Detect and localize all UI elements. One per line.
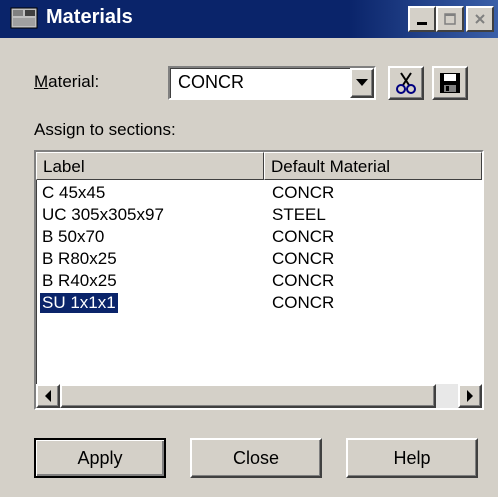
materials-window: Materials Material: CONCR Assign to sect…: [0, 0, 498, 497]
material-dropdown[interactable]: CONCR: [168, 66, 376, 100]
row-material: CONCR: [272, 249, 335, 268]
scroll-left-button[interactable]: [36, 384, 60, 408]
floppy-disk-icon: [440, 73, 460, 93]
maximize-button[interactable]: [436, 6, 464, 32]
column-header-default-material[interactable]: Default Material: [264, 152, 482, 180]
app-icon: [10, 7, 38, 29]
window-title: Materials: [46, 6, 133, 28]
row-material: STEEL: [272, 205, 326, 224]
assign-sections-label: Assign to sections:: [34, 120, 176, 139]
close-button[interactable]: Close: [190, 438, 322, 478]
scroll-right-button[interactable]: [458, 384, 482, 408]
table-row-selected[interactable]: SU 1x1x1 CONCR: [36, 292, 482, 314]
title-bar[interactable]: Materials: [0, 0, 498, 38]
arrow-left-icon: [45, 390, 51, 402]
row-label: SU 1x1x1: [39, 292, 119, 314]
maximize-icon: [444, 13, 456, 25]
material-label: Material:: [34, 72, 100, 91]
scissors-icon: [396, 72, 416, 94]
scroll-thumb[interactable]: [60, 384, 436, 408]
minimize-button[interactable]: [408, 6, 436, 32]
row-material: CONCR: [272, 227, 335, 246]
cut-button[interactable]: [388, 66, 424, 100]
sections-table[interactable]: Label Default Material C 45x45 CONCR UC …: [34, 150, 484, 410]
table-row[interactable]: C 45x45 CONCR: [36, 182, 482, 204]
help-button[interactable]: Help: [346, 438, 478, 478]
arrow-right-icon: [467, 390, 473, 402]
dropdown-arrow-button[interactable]: [350, 68, 374, 98]
row-label: C 45x45: [42, 183, 106, 202]
row-material: CONCR: [272, 293, 335, 312]
row-label: B 50x70: [42, 227, 105, 246]
material-dropdown-value: CONCR: [178, 72, 244, 92]
column-header-label[interactable]: Label: [36, 152, 264, 180]
table-row[interactable]: B R80x25 CONCR: [36, 248, 482, 270]
row-material: CONCR: [272, 183, 335, 202]
row-label: B R40x25: [42, 271, 117, 290]
save-button[interactable]: [432, 66, 468, 100]
close-icon: [475, 14, 485, 24]
apply-button[interactable]: Apply: [34, 438, 166, 478]
row-label: B R80x25: [42, 249, 117, 268]
minimize-icon: [417, 22, 427, 25]
table-row[interactable]: B R40x25 CONCR: [36, 270, 482, 292]
table-row[interactable]: UC 305x305x97 STEEL: [36, 204, 482, 226]
table-row[interactable]: B 50x70 CONCR: [36, 226, 482, 248]
row-material: CONCR: [272, 271, 335, 290]
horizontal-scrollbar[interactable]: [36, 384, 482, 408]
chevron-down-icon: [356, 79, 368, 86]
close-window-button[interactable]: [466, 6, 494, 32]
row-label: UC 305x305x97: [42, 205, 164, 224]
